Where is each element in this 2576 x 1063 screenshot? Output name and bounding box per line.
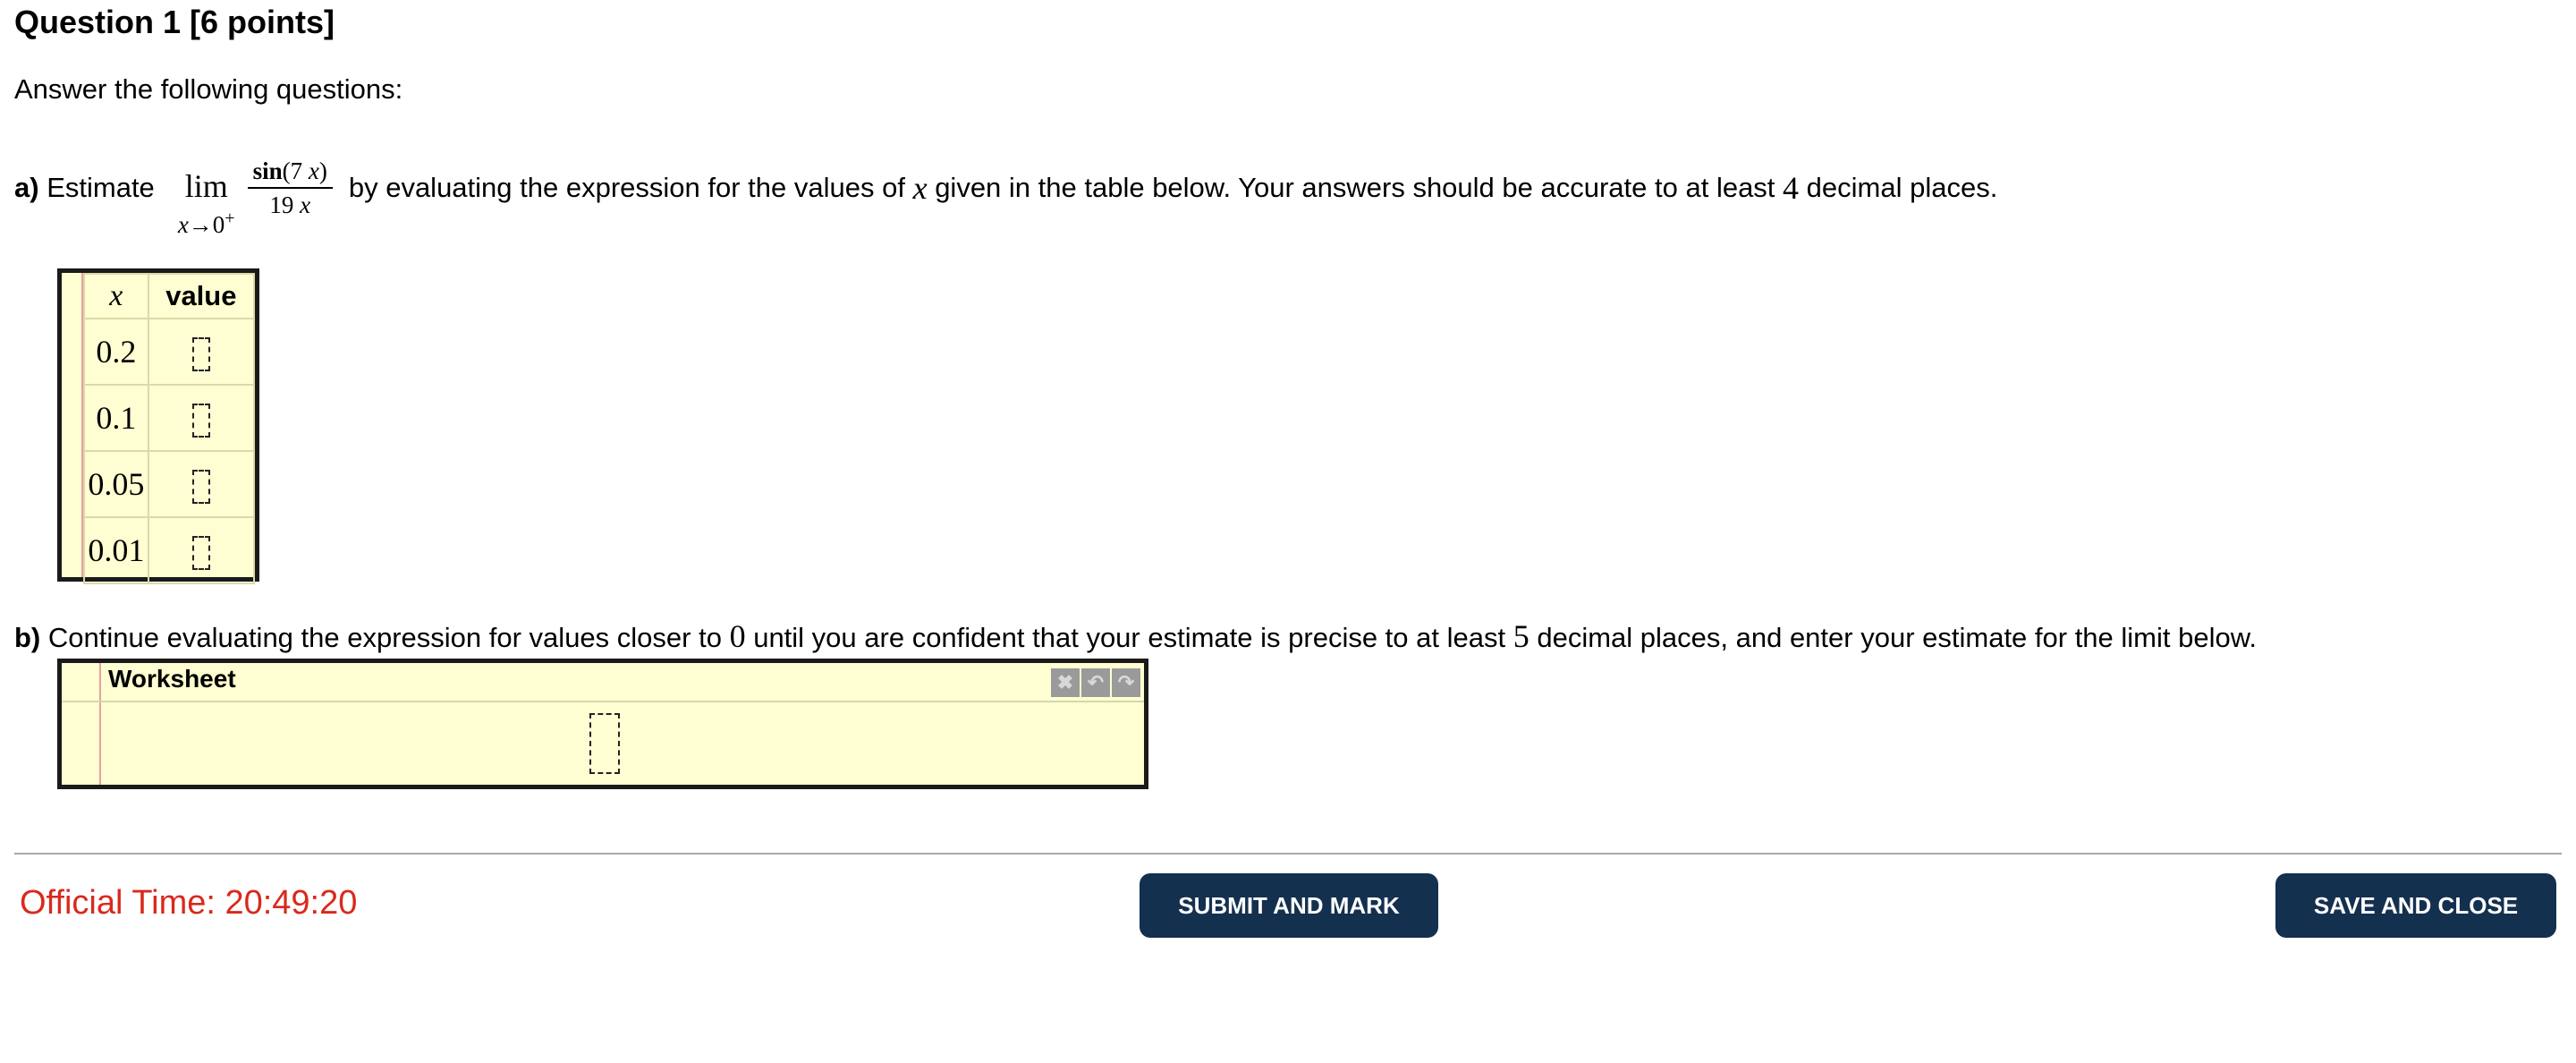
part-b-text2: until you are confident that your estima… bbox=[753, 622, 1506, 653]
worksheet-header: Worksheet ✖ ↶ ↷ bbox=[62, 663, 1144, 702]
worksheet-panel: Worksheet ✖ ↶ ↷ bbox=[57, 659, 1148, 789]
cell-x: 0.01 bbox=[83, 516, 149, 584]
var-x: x bbox=[912, 170, 928, 206]
part-a-text-mid2: given in the table below. Your answers s… bbox=[935, 172, 1775, 203]
cell-x: 0.05 bbox=[83, 450, 149, 518]
undo-icon[interactable]: ↶ bbox=[1081, 668, 1110, 697]
part-a-prompt: a) Estimate lim x→0+ sin(7 x) 19 x by ev… bbox=[14, 143, 1998, 238]
limit-estimate-input[interactable] bbox=[589, 713, 620, 774]
cell-x: 0.2 bbox=[83, 318, 149, 386]
zero-value: 0 bbox=[729, 618, 746, 654]
official-time: Official Time: 20:49:20 bbox=[20, 884, 358, 922]
cell-value bbox=[147, 516, 256, 584]
question-title: Question 1 [6 points] bbox=[14, 4, 335, 40]
submit-and-mark-button[interactable]: SUBMIT AND MARK bbox=[1140, 873, 1438, 938]
values-table: x value 0.2 0.1 0.05 0.01 bbox=[57, 268, 259, 584]
table-row: 0.01 bbox=[83, 516, 256, 584]
delete-icon[interactable]: ✖ bbox=[1051, 668, 1080, 697]
cell-value bbox=[147, 318, 256, 386]
answer-input-x-0.01[interactable] bbox=[191, 535, 210, 570]
part-a-text-end: decimal places. bbox=[1806, 172, 1998, 203]
redo-icon[interactable]: ↷ bbox=[1112, 668, 1140, 697]
decimals-a: 4 bbox=[1783, 170, 1800, 206]
cell-x: 0.1 bbox=[83, 384, 149, 452]
cell-value bbox=[147, 384, 256, 452]
table-row: 0.1 bbox=[83, 384, 256, 452]
limit-subscript: x→0+ bbox=[177, 208, 235, 238]
answer-input-x-0.05[interactable] bbox=[191, 469, 210, 504]
header-x: x bbox=[83, 273, 149, 319]
fraction-denominator: 19 x bbox=[269, 191, 311, 218]
part-a-label: a) bbox=[14, 172, 39, 203]
question-page: Question 1 [6 points] Answer the followi… bbox=[0, 0, 2576, 1063]
part-b-text3: decimal places, and enter your estimate … bbox=[1537, 622, 2258, 653]
part-b-prompt: b) Continue evaluating the expression fo… bbox=[14, 617, 2257, 655]
save-and-close-button[interactable]: SAVE AND CLOSE bbox=[2275, 873, 2556, 938]
values-table-grid: x value 0.2 0.1 0.05 0.01 bbox=[83, 273, 256, 584]
table-row: 0.2 bbox=[83, 318, 256, 386]
answer-input-x-0.2[interactable] bbox=[191, 336, 210, 371]
worksheet-toolbar: ✖ ↶ ↷ bbox=[1051, 668, 1140, 697]
header-value: value bbox=[147, 273, 256, 319]
answer-input-x-0.1[interactable] bbox=[191, 403, 210, 438]
worksheet-title: Worksheet bbox=[108, 665, 236, 693]
table-header-row: x value bbox=[83, 273, 256, 319]
question-instructions: Answer the following questions: bbox=[14, 73, 403, 105]
worksheet-answer-area bbox=[589, 713, 620, 774]
part-b-text1: Continue evaluating the expression for v… bbox=[47, 622, 722, 653]
fraction-numerator: sin(7 x) bbox=[247, 157, 333, 189]
part-b-label: b) bbox=[14, 622, 41, 653]
cell-value bbox=[147, 450, 256, 518]
decimals-b: 5 bbox=[1513, 618, 1530, 654]
part-a-text-mid1: by evaluating the expression for the val… bbox=[348, 172, 905, 203]
limit-fraction: sin(7 x) 19 x bbox=[247, 157, 333, 219]
limit-word: lim bbox=[184, 167, 228, 204]
table-row: 0.05 bbox=[83, 450, 256, 518]
part-a-text-before: Estimate bbox=[47, 172, 155, 203]
footer-divider bbox=[14, 853, 2562, 855]
limit-expression: lim x→0+ bbox=[178, 169, 235, 240]
